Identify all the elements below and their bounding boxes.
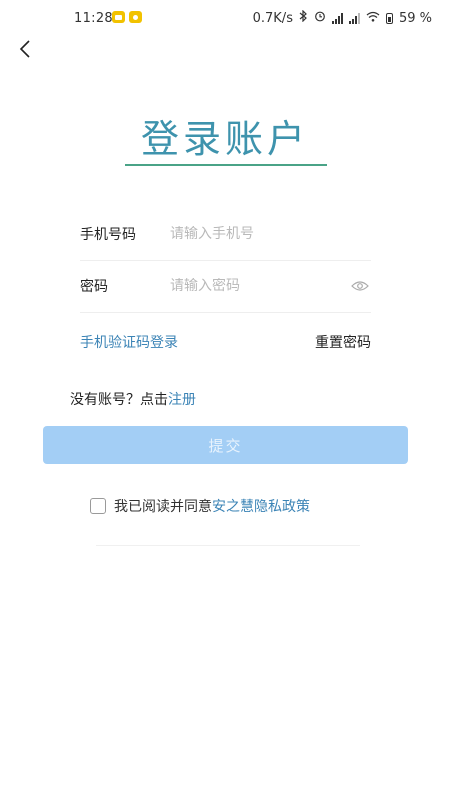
agreement-row: 我已阅读并同意 安之慧隐私政策 bbox=[90, 496, 310, 516]
submit-button[interactable]: 提交 bbox=[43, 426, 408, 464]
wifi-icon bbox=[366, 11, 380, 26]
register-link[interactable]: 注册 bbox=[168, 392, 196, 408]
bluetooth-icon bbox=[299, 9, 308, 26]
status-time: 11:28 bbox=[74, 11, 113, 26]
password-field-row: 密码 bbox=[80, 260, 371, 313]
alarm-icon bbox=[314, 10, 326, 26]
sms-login-link[interactable]: 手机验证码登录 bbox=[80, 332, 178, 352]
status-indicators: 0.7K/s 59 % bbox=[252, 9, 432, 26]
title-underline bbox=[125, 164, 327, 166]
agree-text: 我已阅读并同意 bbox=[114, 499, 212, 515]
signal-icon bbox=[331, 12, 343, 24]
status-bar: 11:28 0.7K/s 59 % bbox=[0, 0, 450, 36]
phone-input[interactable] bbox=[170, 226, 371, 242]
phone-field-row: 手机号码 bbox=[80, 208, 371, 261]
divider bbox=[96, 545, 360, 546]
app-notification-icon bbox=[112, 11, 125, 23]
notification-icons bbox=[112, 11, 142, 23]
network-speed: 0.7K/s bbox=[252, 10, 293, 26]
register-prompt: 没有账号？点击注册 bbox=[70, 389, 196, 409]
battery-level: 59 % bbox=[398, 10, 432, 26]
no-account-text: 没有账号？点击 bbox=[70, 392, 168, 408]
signal-icon bbox=[348, 12, 360, 24]
page-title: 登录账户 bbox=[140, 117, 309, 161]
password-label: 密码 bbox=[80, 279, 108, 295]
battery-icon bbox=[385, 12, 393, 24]
privacy-policy-link[interactable]: 安之慧隐私政策 bbox=[212, 496, 310, 516]
app-notification-icon bbox=[129, 11, 142, 23]
auth-links: 手机验证码登录 重置密码 bbox=[80, 332, 371, 352]
eye-icon[interactable] bbox=[349, 275, 371, 297]
back-button[interactable] bbox=[10, 36, 40, 66]
chevron-left-icon bbox=[18, 39, 32, 63]
password-input[interactable] bbox=[170, 278, 349, 294]
agree-checkbox[interactable] bbox=[90, 498, 106, 514]
phone-label: 手机号码 bbox=[80, 227, 136, 243]
reset-password-link[interactable]: 重置密码 bbox=[315, 332, 371, 352]
